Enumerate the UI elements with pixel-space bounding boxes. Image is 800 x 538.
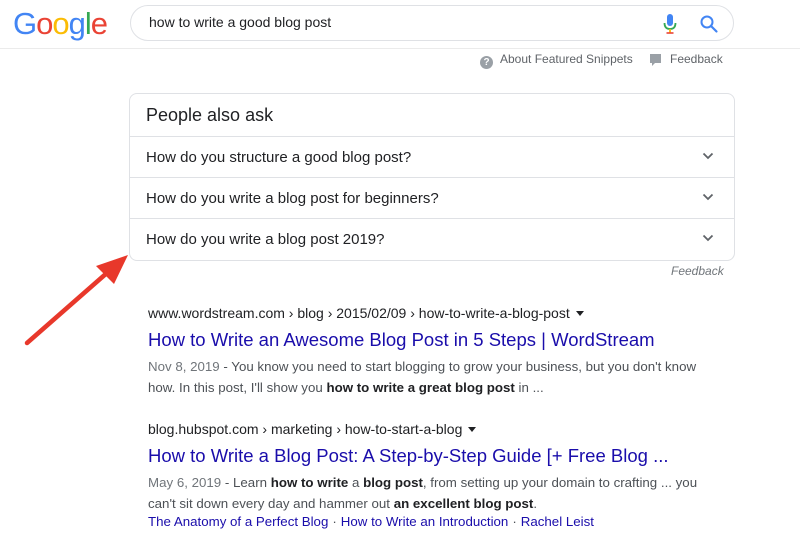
sitelink-separator: · bbox=[332, 514, 337, 529]
result-url-text: blog.hubspot.com › marketing › how-to-st… bbox=[148, 421, 463, 437]
url-dropdown-icon[interactable] bbox=[468, 427, 477, 432]
logo-letter: e bbox=[90, 6, 108, 41]
result-date: Nov 8, 2019 bbox=[148, 359, 220, 374]
flag-icon bbox=[650, 54, 661, 66]
result-title-link[interactable]: How to Write a Blog Post: A Step-by-Step… bbox=[148, 445, 708, 467]
sitelink[interactable]: Rachel Leist bbox=[521, 514, 594, 529]
google-logo[interactable]: Google bbox=[13, 6, 108, 42]
search-result: blog.hubspot.com › marketing › how-to-st… bbox=[148, 421, 708, 529]
result-url: www.wordstream.com › blog › 2015/02/09 ›… bbox=[148, 305, 708, 321]
logo-letter: o bbox=[36, 6, 53, 41]
chevron-down-icon bbox=[702, 234, 714, 242]
logo-letter: g bbox=[68, 6, 86, 41]
paa-question[interactable]: How do you write a blog post for beginne… bbox=[130, 177, 734, 218]
chevron-down-icon bbox=[702, 152, 714, 160]
mic-icon[interactable] bbox=[663, 14, 677, 34]
snippet-bold: an excellent blog post bbox=[393, 496, 534, 511]
chevron-down-icon bbox=[702, 193, 714, 201]
url-dropdown-icon[interactable] bbox=[575, 311, 584, 316]
logo-letter: G bbox=[13, 6, 37, 41]
search-result: www.wordstream.com › blog › 2015/02/09 ›… bbox=[148, 305, 708, 398]
snippet-text: . bbox=[533, 496, 538, 511]
result-url: blog.hubspot.com › marketing › how-to-st… bbox=[148, 421, 708, 437]
snippet-bold: how to write bbox=[270, 475, 349, 490]
sitelink[interactable]: The Anatomy of a Perfect Blog bbox=[148, 514, 328, 529]
snippet-text: - Learn bbox=[221, 475, 271, 490]
search-input[interactable] bbox=[149, 14, 629, 30]
result-snippet: Nov 8, 2019 - You know you need to start… bbox=[148, 356, 708, 398]
paa-question[interactable]: How do you write a blog post 2019? bbox=[130, 218, 734, 259]
help-icon: ? bbox=[480, 56, 493, 69]
feedback-link[interactable]: Feedback bbox=[650, 52, 723, 66]
about-snippets-label: About Featured Snippets bbox=[500, 52, 633, 66]
snippet-text: a bbox=[348, 475, 364, 490]
snippet-bold: blog post bbox=[363, 475, 423, 490]
result-url-text: www.wordstream.com › blog › 2015/02/09 ›… bbox=[148, 305, 570, 321]
sitelink-separator: · bbox=[512, 514, 517, 529]
search-icon[interactable] bbox=[699, 14, 719, 34]
snippet-bold: how to write a great blog post bbox=[326, 380, 515, 395]
search-box bbox=[130, 5, 734, 41]
snippet-text: in ... bbox=[514, 380, 544, 395]
paa-question[interactable]: How do you structure a good blog post? bbox=[130, 136, 734, 177]
sitelinks: The Anatomy of a Perfect Blog · How to Wri… bbox=[148, 514, 708, 529]
header-divider bbox=[0, 48, 800, 49]
logo-letter: o bbox=[52, 6, 69, 41]
paa-question-text: How do you structure a good blog post? bbox=[146, 149, 412, 166]
paa-feedback-link[interactable]: Feedback bbox=[671, 264, 724, 278]
people-also-ask: People also ask How do you structure a g… bbox=[129, 93, 735, 261]
paa-question-text: How do you write a blog post 2019? bbox=[146, 231, 385, 248]
result-title-link[interactable]: How to Write an Awesome Blog Post in 5 S… bbox=[148, 329, 708, 351]
result-date: May 6, 2019 bbox=[148, 475, 222, 490]
result-snippet: May 6, 2019 - Learn how to write a blog … bbox=[148, 472, 708, 514]
about-featured-snippets-link[interactable]: ? About Featured Snippets bbox=[480, 52, 633, 69]
sitelink[interactable]: How to Write an Introduction bbox=[341, 514, 509, 529]
paa-question-text: How do you write a blog post for beginne… bbox=[146, 190, 439, 207]
feedback-label: Feedback bbox=[670, 52, 723, 66]
paa-title: People also ask bbox=[146, 105, 274, 125]
